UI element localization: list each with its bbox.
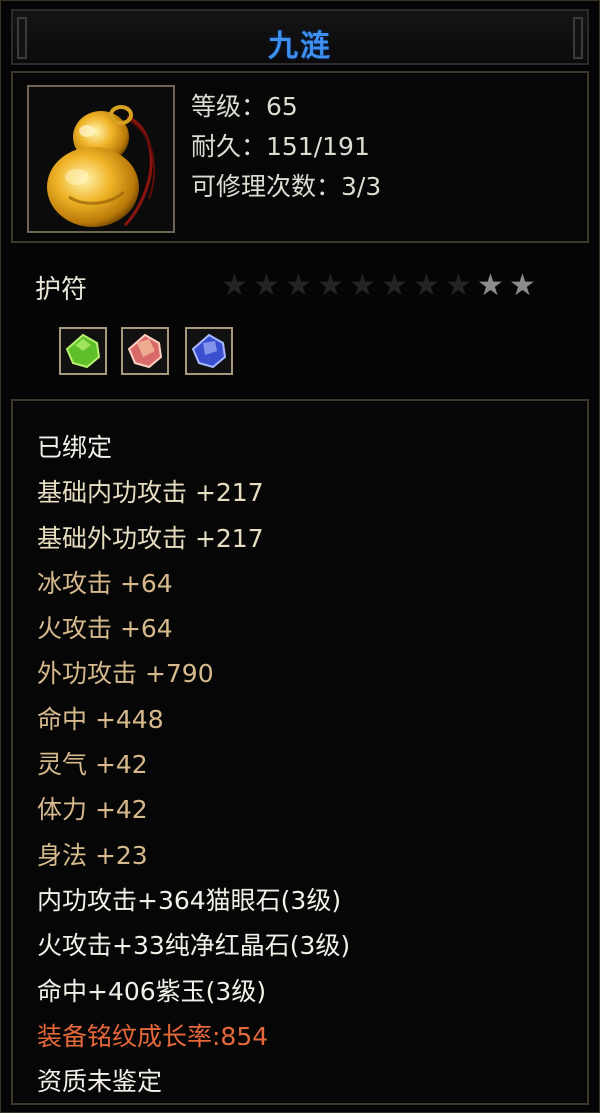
attribute-line: 基础外功攻击 +217 bbox=[37, 523, 264, 553]
star-empty-icon: ★ bbox=[285, 268, 312, 303]
star-empty-icon: ★ bbox=[381, 268, 408, 303]
green-gem-icon bbox=[59, 327, 107, 375]
red-gem-icon bbox=[121, 327, 169, 375]
attribute-line: 火攻击 +64 bbox=[37, 614, 173, 644]
gem-bonus-line: 火攻击+33纯净红晶石(3级) bbox=[37, 931, 351, 961]
blue-gem-icon bbox=[185, 327, 233, 375]
level-stat: 等级：65 bbox=[191, 92, 298, 121]
gem-bonus-line: 命中+406紫玉(3级) bbox=[37, 976, 267, 1006]
attribute-line: 外功攻击 +790 bbox=[37, 659, 214, 689]
star-filled-icon: ★ bbox=[477, 268, 504, 303]
attribute-line: 冰攻击 +64 bbox=[37, 568, 173, 598]
inscription-growth-rate: 装备铭纹成长率:854 bbox=[37, 1021, 269, 1051]
item-name: 九涟 bbox=[268, 29, 332, 64]
aptitude-status: 资质未鉴定 bbox=[37, 1067, 163, 1097]
item-tooltip: 九涟 等级：65 耐久：151/191 可修理次数：3/3 护符 ★ ★ ★ ★… bbox=[0, 0, 600, 1113]
durability-stat: 耐久：151/191 bbox=[191, 132, 370, 161]
star-filled-icon: ★ bbox=[509, 268, 536, 303]
star-empty-icon: ★ bbox=[317, 268, 344, 303]
repair-count-stat: 可修理次数：3/3 bbox=[191, 172, 382, 201]
attribute-line: 身法 +23 bbox=[37, 840, 148, 870]
item-header-panel: 等级：65 耐久：151/191 可修理次数：3/3 bbox=[11, 71, 589, 243]
item-stats: 等级：65 耐久：151/191 可修理次数：3/3 bbox=[191, 87, 381, 207]
title-bar: 九涟 bbox=[11, 9, 589, 65]
star-rating: ★ ★ ★ ★ ★ ★ ★ ★ ★ ★ bbox=[221, 269, 541, 303]
attribute-panel: 已绑定 基础内功攻击 +217 基础外功攻击 +217 冰攻击 +64 火攻击 … bbox=[11, 399, 589, 1105]
attribute-line: 基础内功攻击 +217 bbox=[37, 478, 264, 508]
star-empty-icon: ★ bbox=[413, 268, 440, 303]
star-empty-icon: ★ bbox=[221, 268, 248, 303]
star-empty-icon: ★ bbox=[445, 268, 472, 303]
gem-bonus-line: 内功攻击+364猫眼石(3级) bbox=[37, 885, 342, 915]
star-empty-icon: ★ bbox=[349, 268, 376, 303]
attribute-line: 命中 +448 bbox=[37, 704, 164, 734]
attribute-line: 灵气 +42 bbox=[37, 750, 148, 780]
item-type: 护符 bbox=[35, 275, 88, 305]
attribute-list: 已绑定 基础内功攻击 +217 基础外功攻击 +217 冰攻击 +64 火攻击 … bbox=[37, 425, 350, 1104]
bound-status: 已绑定 bbox=[37, 433, 113, 462]
jade-gourd-amulet-icon bbox=[27, 85, 175, 233]
attribute-line: 体力 +42 bbox=[37, 795, 148, 825]
star-empty-icon: ★ bbox=[253, 268, 280, 303]
